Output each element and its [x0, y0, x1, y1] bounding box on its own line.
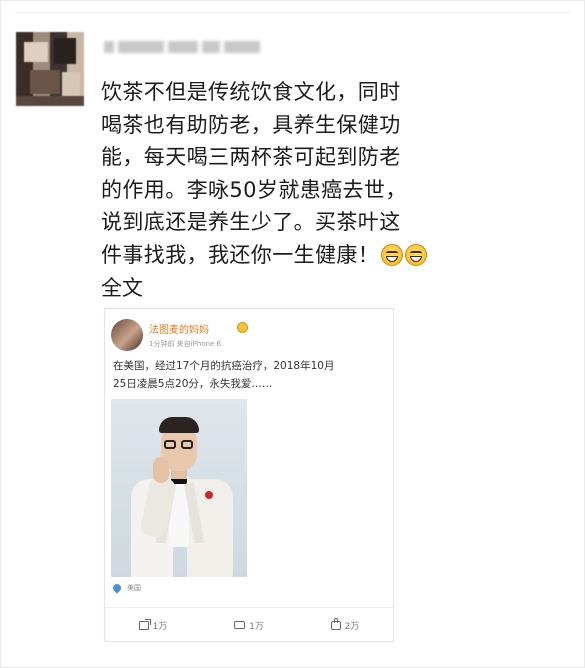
- grin-emoji-icon: [405, 243, 428, 266]
- post-line: 件事找我，我还你一生健康！: [101, 242, 380, 267]
- post-line-last: 件事找我，我还你一生健康！: [101, 239, 481, 272]
- repost-count: 1万: [152, 621, 168, 632]
- author-name-blurred[interactable]: [104, 36, 274, 58]
- grin-emoji-icon: [381, 243, 404, 266]
- embedded-location: 美国: [111, 582, 141, 594]
- post-line: 喝茶也有助防老，具养生保健功: [101, 112, 401, 137]
- like-icon: [330, 617, 341, 630]
- repost-icon: [138, 620, 149, 630]
- comment-action: 1万: [201, 615, 297, 635]
- top-divider: [14, 12, 571, 13]
- embedded-avatar: [111, 319, 143, 351]
- repost-action: 1万: [105, 615, 201, 635]
- full-text-link[interactable]: 全文: [101, 272, 143, 302]
- embedded-user-name: 法图麦的妈妈: [149, 325, 209, 336]
- post-line: 的作用。李咏50岁就患癌去世，: [101, 177, 407, 202]
- embedded-text-line: 在美国，经过17个月的抗癌治疗，2018年10月: [113, 360, 335, 372]
- post-body: 饮茶不但是传统饮食文化，同时 喝茶也有助防老，具养生保健功 能，每天喝三两杯茶可…: [101, 76, 481, 271]
- like-action: 2万: [297, 615, 393, 635]
- comment-icon: [234, 621, 246, 629]
- comment-count: 1万: [249, 621, 264, 632]
- embedded-divider: [105, 607, 393, 608]
- embedded-text: 在美国，经过17个月的抗癌治疗，2018年10月 25日凌晨5点20分，永失我爱…: [113, 357, 389, 393]
- location-label: 美国: [127, 584, 141, 592]
- like-count: 2万: [344, 621, 360, 632]
- embedded-meta: 1分钟前 来自iPhone 6: [149, 340, 221, 348]
- embedded-photo: [111, 399, 247, 577]
- embedded-actions: 1万 1万 2万: [105, 615, 393, 635]
- embedded-screenshot: 法图麦的妈妈 1分钟前 来自iPhone 6 在美国，经过17个月的抗癌治疗，2…: [104, 308, 394, 642]
- post-line: 饮茶不但是传统饮食文化，同时: [101, 80, 401, 104]
- embedded-text-line: 25日凌晨5点20分，永失我爱……: [113, 378, 273, 390]
- membership-badge-icon: [237, 322, 248, 333]
- author-avatar[interactable]: [16, 32, 84, 106]
- location-pin-icon: [111, 582, 123, 594]
- post-line: 说到底还是养生少了。买茶叶这: [101, 210, 401, 234]
- post-line: 能，每天喝三两杯茶可起到防老: [101, 145, 401, 169]
